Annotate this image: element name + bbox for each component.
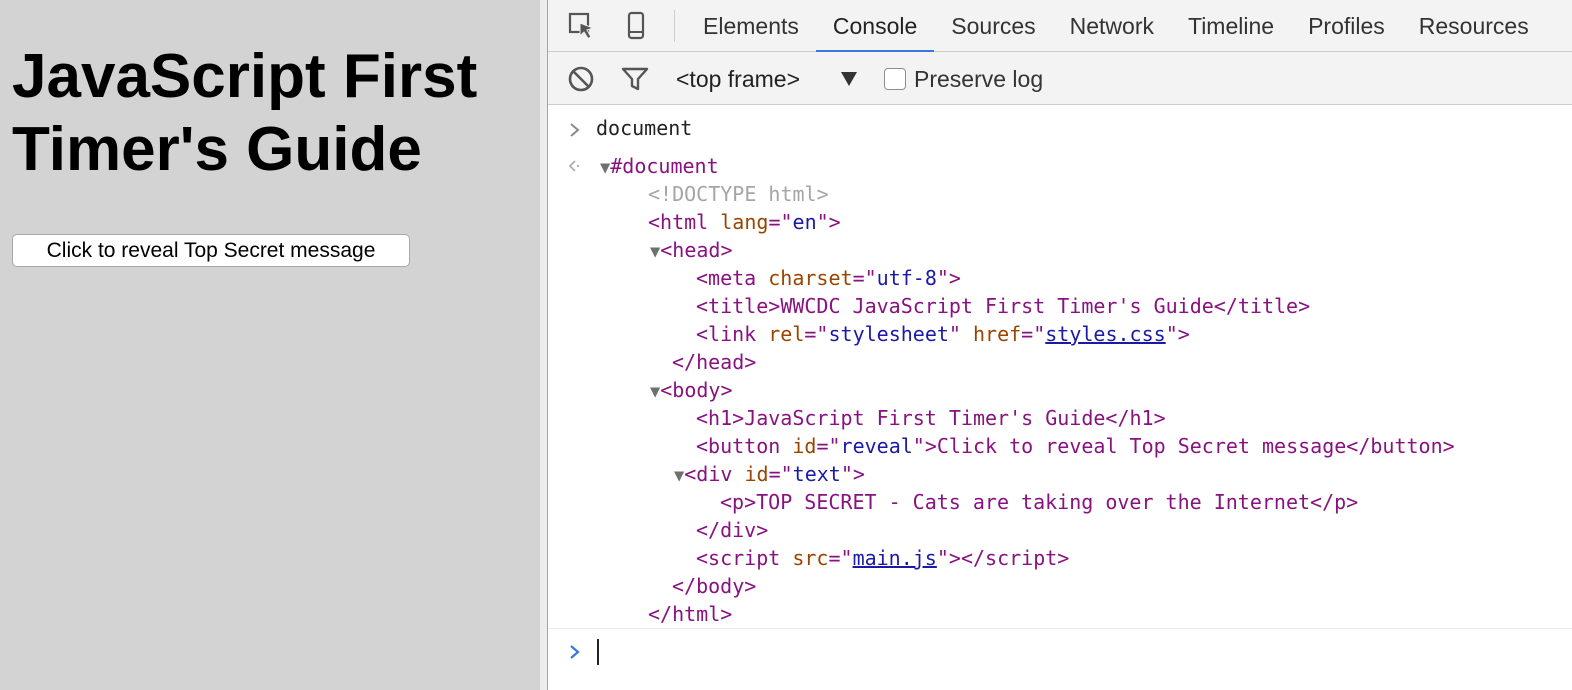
div-node[interactable]: ▼<div id="text"> bbox=[674, 460, 865, 488]
preserve-log-toggle[interactable]: Preserve log bbox=[884, 64, 1043, 94]
preserve-log-label: Preserve log bbox=[914, 65, 1044, 92]
meta-node[interactable]: <meta charset="utf-8"> bbox=[696, 264, 961, 292]
frame-selector[interactable]: <top frame> bbox=[676, 64, 800, 94]
chevron-down-icon[interactable] bbox=[840, 70, 858, 88]
script-node[interactable]: <script src="main.js"></script> bbox=[696, 544, 1069, 572]
html-node[interactable]: <html lang="en"> bbox=[648, 208, 841, 236]
expand-triangle-icon[interactable]: ▼ bbox=[650, 382, 660, 402]
page-heading: JavaScript First Timer's Guide bbox=[12, 42, 478, 184]
devtools-panel: Elements Console Sources Network Timelin… bbox=[548, 0, 1572, 690]
tab-network[interactable]: Network bbox=[1053, 0, 1171, 52]
document-node[interactable]: #document bbox=[610, 154, 718, 178]
result-arrow-icon bbox=[568, 160, 580, 172]
device-mode-icon[interactable] bbox=[620, 10, 652, 42]
html-close-node[interactable]: </html> bbox=[648, 600, 732, 628]
clear-console-icon[interactable] bbox=[566, 64, 596, 94]
p-node[interactable]: <p>TOP SECRET - Cats are taking over the… bbox=[720, 488, 1358, 516]
reveal-button[interactable]: Click to reveal Top Secret message bbox=[12, 234, 410, 267]
text-caret bbox=[597, 639, 599, 665]
head-node[interactable]: ▼<head> bbox=[650, 236, 733, 264]
title-node[interactable]: <title>WWCDC JavaScript First Timer's Gu… bbox=[696, 292, 1310, 320]
main-js-link[interactable]: main.js bbox=[853, 546, 937, 570]
h1-node[interactable]: <h1>JavaScript First Timer's Guide</h1> bbox=[696, 404, 1166, 432]
toolbar-divider bbox=[674, 10, 675, 42]
panel-splitter[interactable] bbox=[540, 0, 548, 690]
expand-triangle-icon[interactable]: ▼ bbox=[650, 242, 660, 262]
tab-elements[interactable]: Elements bbox=[686, 0, 816, 52]
tab-profiles[interactable]: Profiles bbox=[1291, 0, 1402, 52]
expand-triangle-icon[interactable]: ▼ bbox=[674, 466, 684, 486]
styles-link[interactable]: styles.css bbox=[1045, 322, 1165, 346]
expand-triangle-icon[interactable]: ▼ bbox=[600, 158, 610, 178]
devtools-tabs: Elements Console Sources Network Timelin… bbox=[686, 0, 1546, 53]
doctype-node[interactable]: <!DOCTYPE html> bbox=[648, 180, 829, 208]
devtools-tabbar: Elements Console Sources Network Timelin… bbox=[548, 0, 1572, 53]
filter-icon[interactable] bbox=[620, 64, 650, 94]
console-prompt-icon bbox=[570, 645, 580, 659]
inspected-page: JavaScript First Timer's Guide Click to … bbox=[0, 0, 540, 690]
tree-root-row[interactable]: ▼#document bbox=[600, 152, 719, 180]
div-close-node[interactable]: </div> bbox=[696, 516, 768, 544]
tab-timeline[interactable]: Timeline bbox=[1171, 0, 1291, 52]
console-input-echo: document bbox=[596, 116, 693, 140]
preserve-log-checkbox[interactable] bbox=[884, 68, 906, 90]
tab-console[interactable]: Console bbox=[815, 0, 935, 53]
input-prompt-icon bbox=[570, 123, 580, 137]
tab-sources[interactable]: Sources bbox=[934, 0, 1052, 52]
body-node[interactable]: ▼<body> bbox=[650, 376, 733, 404]
console-output: document ▼#document <!DOCTYPE html> <htm… bbox=[548, 106, 1572, 690]
console-input[interactable] bbox=[548, 628, 1572, 674]
body-close-node[interactable]: </body> bbox=[672, 572, 756, 600]
tab-resources[interactable]: Resources bbox=[1402, 0, 1546, 52]
button-node[interactable]: <button id="reveal">Click to reveal Top … bbox=[696, 432, 1455, 460]
inspect-element-icon[interactable] bbox=[566, 10, 598, 42]
link-node[interactable]: <link rel="stylesheet" href="styles.css"… bbox=[696, 320, 1190, 348]
console-toolbar: <top frame> Preserve log bbox=[548, 52, 1572, 105]
head-close-node[interactable]: </head> bbox=[672, 348, 756, 376]
